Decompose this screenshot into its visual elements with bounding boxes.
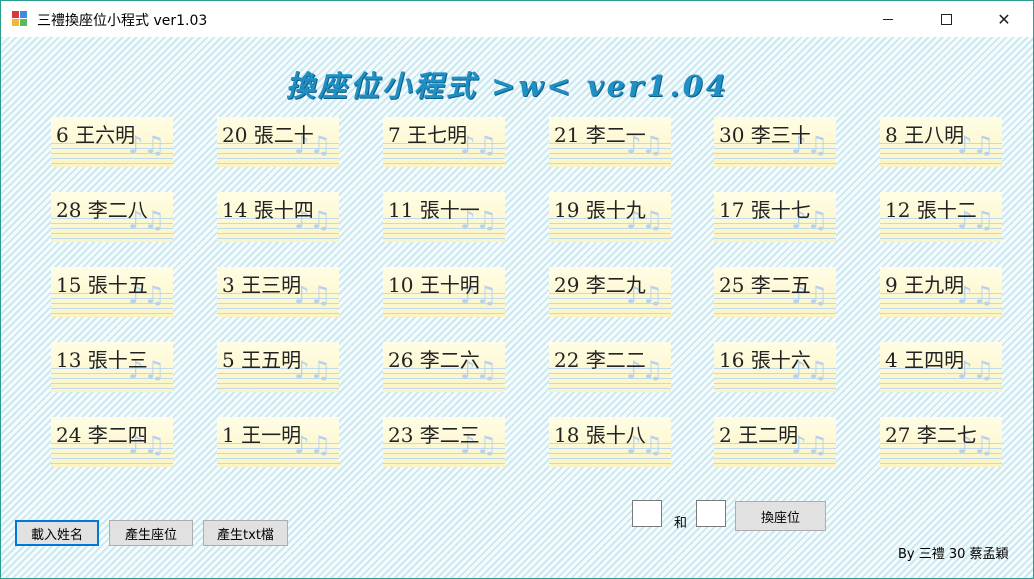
seat-card[interactable]: ♪♫ 17 張十七 [714, 192, 836, 242]
seat-label: 15 張十五 [56, 273, 148, 297]
seat-card[interactable]: ♪♫ 19 張十九 [549, 192, 671, 242]
seat-label: 14 張十四 [222, 198, 314, 222]
main-area: 換座位小程式 >w< ver1.04 ♪♫ 6 王六明 ♪♫ 20 張二十 ♪♫ 7 王七… [1, 37, 1033, 578]
seat-card[interactable]: ♪♫ 16 張十六 [714, 342, 836, 392]
seat-card[interactable]: ♪♫ 11 張十一 [383, 192, 505, 242]
seat-card[interactable]: ♪♫ 4 王四明 [880, 342, 1002, 392]
seat-label: 18 張十八 [554, 423, 646, 447]
generate-txt-button[interactable]: 產生txt檔 [203, 520, 288, 546]
load-names-button[interactable]: 載入姓名 [15, 520, 99, 546]
seat-label: 11 張十一 [388, 198, 480, 222]
seat-label: 16 張十六 [719, 348, 811, 372]
seat-label: 10 王十明 [388, 273, 480, 297]
swap-button[interactable]: 換座位 [735, 501, 826, 531]
seat-label: 19 張十九 [554, 198, 646, 222]
seat-card[interactable]: ♪♫ 12 張十二 [880, 192, 1002, 242]
seat-card[interactable]: ♪♫ 18 張十八 [549, 417, 671, 467]
seat-card[interactable]: ♪♫ 28 李二八 [51, 192, 173, 242]
seat-label: 5 王五明 [222, 348, 302, 372]
seat-card[interactable]: ♪♫ 20 張二十 [217, 117, 339, 167]
seat-card[interactable]: ♪♫ 27 李二七 [880, 417, 1002, 467]
seat-card[interactable]: ♪♫ 25 李二五 [714, 267, 836, 317]
app-icon [12, 11, 28, 27]
seat-label: 26 李二六 [388, 348, 480, 372]
seat-card[interactable]: ♪♫ 8 王八明 [880, 117, 1002, 167]
generate-seats-button[interactable]: 產生座位 [109, 520, 193, 546]
title-bar[interactable]: 三禮換座位小程式 ver1.03 ✕ [1, 1, 1033, 37]
seat-label: 29 李二九 [554, 273, 646, 297]
close-button[interactable]: ✕ [981, 1, 1027, 37]
seat-label: 30 李三十 [719, 123, 811, 147]
seat-label: 12 張十二 [885, 198, 977, 222]
seat-label: 8 王八明 [885, 123, 965, 147]
seat-label: 27 李二七 [885, 423, 977, 447]
seat-label: 2 王二明 [719, 423, 799, 447]
seat-label: 28 李二八 [56, 198, 148, 222]
seat-label: 9 王九明 [885, 273, 965, 297]
seat-card[interactable]: ♪♫ 15 張十五 [51, 267, 173, 317]
seat-card[interactable]: ♪♫ 26 李二六 [383, 342, 505, 392]
seat-label: 13 張十三 [56, 348, 148, 372]
app-window: 三禮換座位小程式 ver1.03 ✕ 換座位小程式 >w< ver1.04 ♪♫… [0, 0, 1034, 579]
seat-label: 3 王三明 [222, 273, 302, 297]
seat-label: 6 王六明 [56, 123, 136, 147]
window-title: 三禮換座位小程式 ver1.03 [37, 13, 208, 29]
swap-second-input[interactable] [696, 500, 726, 527]
minimize-button[interactable] [865, 1, 911, 37]
seat-card[interactable]: ♪♫ 14 張十四 [217, 192, 339, 242]
seat-label: 22 李二二 [554, 348, 646, 372]
seat-card[interactable]: ♪♫ 5 王五明 [217, 342, 339, 392]
seat-card[interactable]: ♪♫ 30 李三十 [714, 117, 836, 167]
maximize-button[interactable] [923, 1, 969, 37]
app-banner: 換座位小程式 >w< ver1.04 [286, 69, 729, 103]
and-label: 和 [674, 516, 688, 531]
seat-card[interactable]: ♪♫ 24 李二四 [51, 417, 173, 467]
seat-card[interactable]: ♪♫ 1 王一明 [217, 417, 339, 467]
seat-card[interactable]: ♪♫ 13 張十三 [51, 342, 173, 392]
close-icon: ✕ [997, 9, 1011, 29]
swap-first-input[interactable] [632, 500, 662, 527]
seat-label: 17 張十七 [719, 198, 811, 222]
seat-card[interactable]: ♪♫ 23 李二三 [383, 417, 505, 467]
seat-card[interactable]: ♪♫ 7 王七明 [383, 117, 505, 167]
credit-text: By 三禮 30 蔡孟穎 [898, 547, 1009, 562]
seat-card[interactable]: ♪♫ 9 王九明 [880, 267, 1002, 317]
seat-label: 24 李二四 [56, 423, 148, 447]
seat-card[interactable]: ♪♫ 10 王十明 [383, 267, 505, 317]
seat-label: 25 李二五 [719, 273, 811, 297]
minimize-icon [883, 18, 893, 20]
seat-card[interactable]: ♪♫ 2 王二明 [714, 417, 836, 467]
seat-card[interactable]: ♪♫ 3 王三明 [217, 267, 339, 317]
seat-label: 1 王一明 [222, 423, 302, 447]
seat-card[interactable]: ♪♫ 22 李二二 [549, 342, 671, 392]
seat-card[interactable]: ♪♫ 21 李二一 [549, 117, 671, 167]
seat-label: 7 王七明 [388, 123, 468, 147]
seat-card[interactable]: ♪♫ 6 王六明 [51, 117, 173, 167]
seat-label: 4 王四明 [885, 348, 965, 372]
maximize-icon [940, 13, 952, 25]
seat-card[interactable]: ♪♫ 29 李二九 [549, 267, 671, 317]
seat-label: 23 李二三 [388, 423, 480, 447]
seat-label: 20 張二十 [222, 123, 314, 147]
seat-label: 21 李二一 [554, 123, 646, 147]
